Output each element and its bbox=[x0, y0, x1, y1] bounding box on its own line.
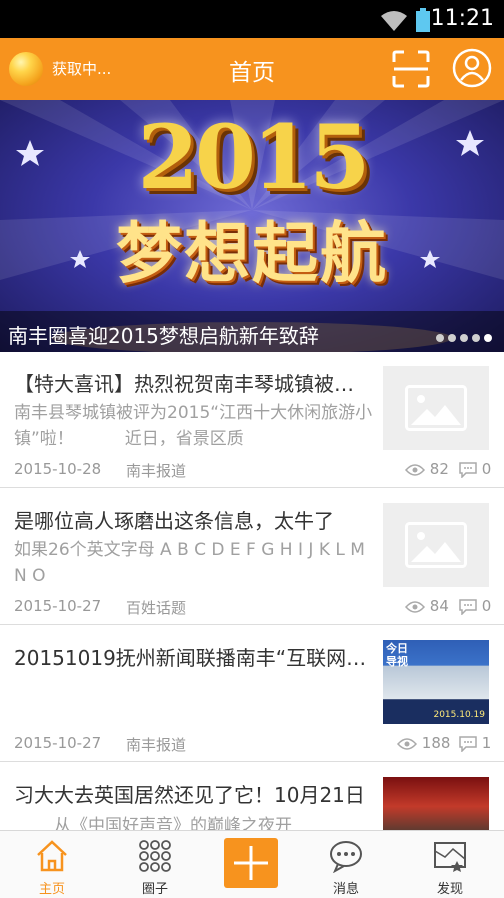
eye-icon bbox=[404, 600, 426, 613]
plus-icon bbox=[234, 846, 268, 880]
view-count-value: 84 bbox=[429, 597, 449, 615]
nav-item-messages[interactable]: 消息 bbox=[296, 831, 396, 898]
banner-dot bbox=[448, 334, 456, 342]
banner-dot-active bbox=[484, 334, 492, 342]
app-header: 获取中... 首页 bbox=[0, 38, 504, 100]
home-icon bbox=[37, 840, 67, 872]
comment-count: 0 bbox=[459, 597, 492, 616]
message-icon bbox=[330, 841, 362, 873]
wifi-icon bbox=[381, 11, 407, 31]
thumbnail-date: 2015.10.19 bbox=[433, 710, 485, 720]
comment-count-value: 0 bbox=[481, 460, 492, 478]
comment-count: 0 bbox=[459, 460, 492, 479]
grid-icon bbox=[139, 840, 171, 872]
view-count: 82 bbox=[404, 460, 449, 478]
comment-count-value: 1 bbox=[481, 734, 492, 752]
nav-item-discover[interactable]: 发现 bbox=[400, 831, 500, 898]
nav-label-home: 主页 bbox=[38, 882, 65, 897]
discover-icon bbox=[434, 842, 466, 872]
feed-item-date: 2015-10-28 bbox=[14, 460, 102, 478]
battery-icon bbox=[416, 8, 430, 32]
comment-icon bbox=[459, 598, 477, 616]
nav-item-home[interactable]: 主页 bbox=[2, 831, 102, 898]
feed-item[interactable]: 习大大去英国居然还见了它！10月21日 从《中国好声音》的巅峰之夜开 bbox=[0, 763, 504, 830]
feed-item-thumbnail bbox=[383, 777, 489, 830]
banner-page-indicator bbox=[436, 327, 496, 342]
comment-icon bbox=[459, 735, 477, 753]
banner-slogan-art: 梦想起航 bbox=[116, 214, 388, 292]
status-time: 11:21 bbox=[430, 6, 494, 31]
feed-item[interactable]: 20151019抚州新闻联播南丰“互联网+” 2015-10-27 南丰报道 1… bbox=[0, 626, 504, 762]
feed-item-date: 2015-10-27 bbox=[14, 597, 102, 615]
feed-item-title: 习大大去英国居然还见了它！10月21日 bbox=[14, 783, 365, 807]
nav-item-circle[interactable]: 圈子 bbox=[105, 831, 205, 898]
view-count: 84 bbox=[404, 597, 449, 615]
add-post-button[interactable] bbox=[224, 838, 278, 888]
eye-icon bbox=[396, 737, 418, 750]
view-count-value: 188 bbox=[421, 734, 451, 752]
image-placeholder-icon bbox=[405, 385, 467, 431]
eye-icon bbox=[404, 463, 426, 476]
thumbnail-tag: 今日导视 bbox=[386, 642, 408, 668]
feed-item-thumbnail bbox=[383, 503, 489, 587]
feed-item-source: 百姓话题 bbox=[126, 599, 187, 617]
feed-item[interactable]: 是哪位高人琢磨出这条信息，太牛了 如果26个英文字母 A B C D E F G… bbox=[0, 489, 504, 625]
nav-label-discover: 发现 bbox=[436, 882, 463, 897]
banner-dot bbox=[436, 334, 444, 342]
feed-item-source: 南丰报道 bbox=[126, 462, 187, 480]
feed-item-thumbnail bbox=[383, 366, 489, 450]
feed-item-summary: 南丰县琴城镇被评为2015“江西十大休闲旅游小镇”啦！ 近日，省景区质 bbox=[14, 403, 373, 449]
comment-icon bbox=[459, 461, 477, 479]
news-feed[interactable]: 【特大喜讯】热烈祝贺南丰琴城镇被评为2015“江西十大休闲旅游小镇” 南丰县琴城… bbox=[0, 352, 504, 830]
banner-caption[interactable]: 南丰圈喜迎2015梦想启航新年致辞 bbox=[8, 320, 319, 349]
feed-item-title: 是哪位高人琢磨出这条信息，太牛了 bbox=[14, 509, 334, 533]
status-bar: 11:21 bbox=[0, 0, 504, 38]
view-count-value: 82 bbox=[429, 460, 449, 478]
nav-label-circle: 圈子 bbox=[141, 882, 168, 897]
scan-icon[interactable] bbox=[392, 50, 430, 88]
feed-item[interactable]: 【特大喜讯】热烈祝贺南丰琴城镇被评为2015“江西十大休闲旅游小镇” 南丰县琴城… bbox=[0, 352, 504, 488]
view-count: 188 bbox=[396, 734, 451, 752]
feed-item-summary: 从《中国好声音》的巅峰之夜开 bbox=[54, 816, 292, 830]
feed-item-source: 南丰报道 bbox=[126, 736, 187, 754]
comment-count: 1 bbox=[459, 734, 492, 753]
banner-year-art: 2015 bbox=[137, 105, 371, 209]
feed-item-title: 20151019抚州新闻联播南丰“互联网+” bbox=[14, 646, 370, 670]
banner-dot bbox=[472, 334, 480, 342]
image-placeholder-icon bbox=[405, 522, 467, 568]
nav-label-messages: 消息 bbox=[332, 882, 359, 897]
feed-item-thumbnail: 今日导视 2015.10.19 bbox=[383, 640, 489, 724]
comment-count-value: 0 bbox=[481, 597, 492, 615]
banner-dot bbox=[460, 334, 468, 342]
feed-item-summary: 如果26个英文字母 A B C D E F G H I J K L M N O bbox=[14, 540, 365, 586]
feed-item-date: 2015-10-27 bbox=[14, 734, 102, 752]
feed-item-title: 【特大喜讯】热烈祝贺南丰琴城镇被评为2015“江西十大休闲旅游小镇” bbox=[14, 372, 370, 396]
user-profile-icon[interactable] bbox=[452, 48, 492, 88]
